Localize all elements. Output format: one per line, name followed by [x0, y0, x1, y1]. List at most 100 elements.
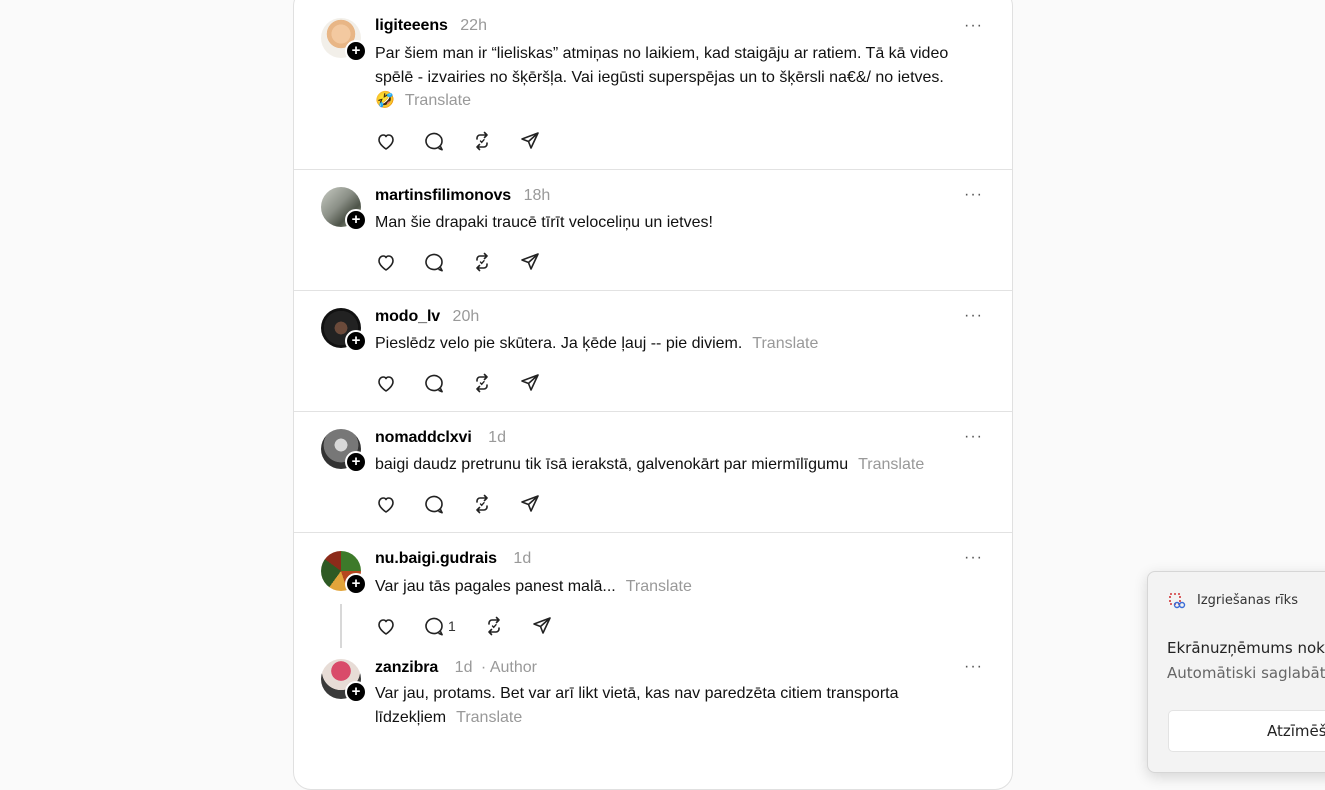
heart-button[interactable] [375, 130, 423, 152]
repost-button[interactable] [471, 493, 519, 515]
username[interactable]: nu.baigi.gudrais [375, 550, 497, 567]
heart-icon [378, 255, 394, 271]
reply-count: 1 [448, 618, 456, 634]
emoji: 🤣 [375, 92, 395, 109]
username[interactable]: zanzibra [375, 659, 438, 676]
post-time[interactable]: 1d [488, 429, 506, 446]
more-icon[interactable]: ··· [964, 187, 982, 208]
post-time[interactable]: 20h [453, 308, 480, 325]
username[interactable]: nomaddclxvi [375, 429, 472, 446]
heart-icon [378, 376, 394, 392]
translate-link[interactable]: Translate [858, 456, 924, 473]
repost-button[interactable] [471, 130, 519, 152]
follow-plus-icon[interactable]: + [345, 330, 367, 352]
share-button[interactable] [519, 251, 567, 273]
heart-icon [378, 497, 394, 513]
comment-icon [425, 374, 443, 393]
post: + zanzibra 1d · Author ··· Var jau, prot… [294, 653, 1012, 789]
repost-icon [488, 616, 500, 636]
translate-link[interactable]: Translate [626, 578, 692, 595]
snipping-tool-icon [1169, 593, 1186, 609]
post-actions [375, 372, 567, 394]
more-icon[interactable]: ··· [964, 659, 982, 680]
follow-plus-icon[interactable]: + [345, 451, 367, 473]
post-actions [375, 493, 567, 515]
post-text: Var jau, protams. Bet var arī likt vietā… [375, 685, 899, 726]
translate-link[interactable]: Translate [752, 335, 818, 352]
post-actions: 1 [375, 615, 579, 637]
post: + ligiteeens 22h ··· Par šiem man ir “li… [294, 0, 1012, 170]
follow-plus-icon[interactable]: + [345, 573, 367, 595]
username[interactable]: ligiteeens [375, 17, 448, 34]
follow-plus-icon[interactable]: + [345, 681, 367, 703]
share-icon [521, 495, 539, 512]
comment-button[interactable] [423, 251, 471, 273]
heart-button[interactable] [375, 493, 423, 515]
toast-annotate-button[interactable]: Atzīmēš [1168, 710, 1325, 752]
repost-icon [476, 131, 488, 151]
share-icon [521, 374, 539, 391]
avatar[interactable]: + [321, 187, 367, 231]
share-icon [521, 132, 539, 149]
toast-title: Izgriešanas rīks [1197, 593, 1298, 608]
comment-button[interactable] [423, 372, 471, 394]
follow-plus-icon[interactable]: + [345, 40, 367, 62]
post-text: Var jau tās pagales panest malā... Transl… [375, 578, 692, 595]
comment-button[interactable] [423, 130, 471, 152]
post-text: baigi daudz pretrunu tik īsā ierakstā, g… [375, 456, 925, 473]
avatar[interactable]: + [321, 659, 367, 703]
post-time[interactable]: 1d [455, 659, 473, 676]
comment-icon [425, 617, 443, 636]
repost-button[interactable] [483, 615, 531, 637]
heart-button[interactable] [375, 372, 423, 394]
share-icon [521, 253, 539, 270]
post: + modo_lv 20h ··· Pieslēdz velo pie skūt… [294, 290, 1012, 412]
more-icon[interactable]: ··· [964, 550, 982, 571]
avatar[interactable]: + [321, 551, 367, 595]
share-button[interactable] [519, 372, 567, 394]
heart-button[interactable] [375, 251, 423, 273]
comment-button[interactable]: 1 [423, 615, 483, 637]
avatar[interactable]: + [321, 18, 367, 62]
avatar[interactable]: + [321, 308, 367, 352]
more-icon[interactable]: ··· [964, 18, 982, 39]
heart-icon [378, 134, 394, 150]
post: + nu.baigi.gudrais 1d ··· Var jau tās pa… [294, 532, 1012, 653]
post-actions [375, 130, 567, 152]
share-icon [533, 617, 551, 634]
avatar[interactable]: + [321, 429, 367, 473]
more-icon[interactable]: ··· [964, 429, 982, 450]
more-icon[interactable]: ··· [964, 308, 982, 329]
username[interactable]: martinsfilimonovs [375, 187, 511, 204]
share-button[interactable] [531, 615, 579, 637]
follow-plus-icon[interactable]: + [345, 209, 367, 231]
repost-button[interactable] [471, 372, 519, 394]
heart-icon [378, 619, 394, 635]
translate-link[interactable]: Translate [456, 709, 522, 726]
repost-icon [476, 252, 488, 272]
author-badge: · Author [480, 659, 537, 676]
repost-icon [476, 373, 488, 393]
post-time[interactable]: 22h [460, 17, 487, 34]
post-text: Par šiem man ir “lieliskas” atmiņas no l… [375, 45, 949, 109]
post: + martinsfilimonovs 18h ··· Man šie drap… [294, 169, 1012, 291]
post-text: Man šie drapaki traucē tīrīt veloceliņu … [375, 214, 713, 231]
comment-button[interactable] [423, 493, 471, 515]
share-button[interactable] [519, 493, 567, 515]
username[interactable]: modo_lv [375, 308, 440, 325]
thread-line [340, 604, 342, 648]
post-text: Pieslēdz velo pie skūtera. Ja ķēde ļauj … [375, 335, 819, 352]
translate-link[interactable]: Translate [405, 92, 471, 109]
toast-subtext: Automātiski saglabāt [1167, 664, 1325, 682]
post-time[interactable]: 1d [513, 550, 531, 567]
post-time[interactable]: 18h [524, 187, 551, 204]
feed-column: + ligiteeens 22h ··· Par šiem man ir “li… [293, 0, 1013, 790]
comment-icon [425, 495, 443, 514]
post: + nomaddclxvi 1d ··· baigi daudz pretrun… [294, 411, 1012, 533]
comment-icon [425, 253, 443, 272]
share-button[interactable] [519, 130, 567, 152]
heart-button[interactable] [375, 615, 423, 637]
post-actions [375, 251, 567, 273]
repost-button[interactable] [471, 251, 519, 273]
snipping-tool-notification[interactable]: Izgriešanas rīks Ekrānuzņēmums nok Autom… [1147, 571, 1325, 773]
